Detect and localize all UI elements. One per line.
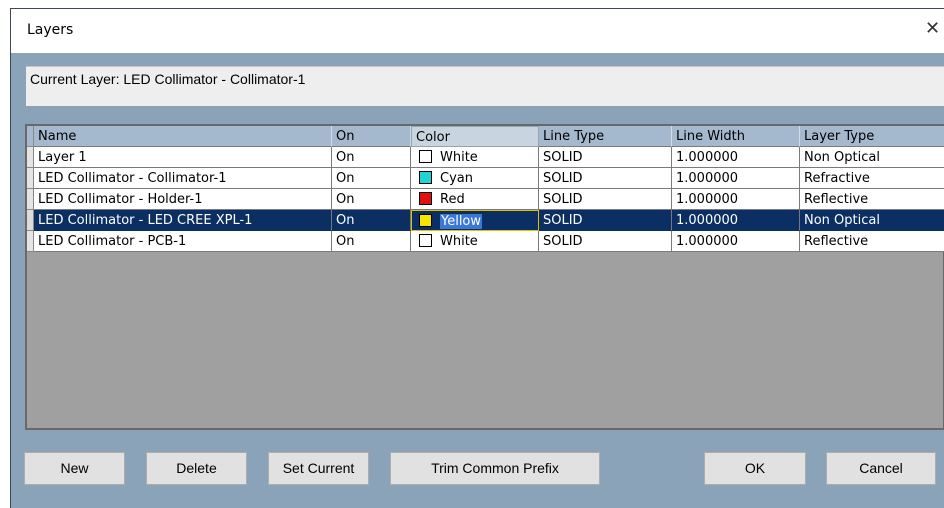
on-cell[interactable]: On bbox=[332, 147, 411, 168]
line-type-cell[interactable]: SOLID bbox=[539, 147, 672, 168]
column-header-name[interactable]: Name bbox=[34, 126, 332, 147]
column-header-on[interactable]: On bbox=[332, 126, 411, 147]
name-cell[interactable]: Layer 1 bbox=[34, 147, 332, 168]
on-cell[interactable]: On bbox=[332, 168, 411, 189]
color-cell[interactable]: White bbox=[411, 231, 539, 252]
line-width-cell[interactable]: 1.000000 bbox=[672, 210, 800, 231]
layer-type-cell[interactable]: Refractive bbox=[800, 168, 944, 189]
header-indicator bbox=[27, 126, 34, 147]
row-indicator[interactable] bbox=[27, 147, 34, 168]
column-header-layer-type[interactable]: Layer Type bbox=[800, 126, 944, 147]
layer-type-cell[interactable]: Reflective bbox=[800, 231, 944, 252]
color-swatch-icon bbox=[419, 214, 432, 227]
layer-type-cell[interactable]: Non Optical bbox=[800, 210, 944, 231]
column-header-line-width[interactable]: Line Width bbox=[672, 126, 800, 147]
trim-common-prefix-button[interactable]: Trim Common Prefix bbox=[390, 452, 600, 485]
color-name: Cyan bbox=[440, 171, 473, 186]
layers-grid[interactable]: Name On Color Line Type Line Width Layer Type… bbox=[25, 124, 944, 430]
color-name: Red bbox=[440, 192, 465, 207]
line-width-cell[interactable]: 1.000000 bbox=[672, 189, 800, 210]
layers-dialog: Layers ✕ Current Layer: LED Collimator -… bbox=[10, 8, 944, 508]
color-cell[interactable]: Red bbox=[411, 189, 539, 210]
color-name: White bbox=[440, 150, 478, 165]
line-type-cell[interactable]: SOLID bbox=[539, 231, 672, 252]
line-width-cell[interactable]: 1.000000 bbox=[672, 168, 800, 189]
on-cell[interactable]: On bbox=[332, 210, 411, 231]
current-layer-panel: Current Layer: LED Collimator - Collimat… bbox=[26, 66, 944, 106]
delete-button[interactable]: Delete bbox=[146, 452, 247, 485]
row-indicator[interactable] bbox=[27, 189, 34, 210]
color-swatch-icon bbox=[419, 171, 432, 184]
color-swatch-icon bbox=[419, 234, 432, 247]
name-cell[interactable]: LED Collimator - LED CREE XPL-1 bbox=[34, 210, 332, 231]
current-layer-label: Current Layer: LED Collimator - Collimat… bbox=[30, 71, 306, 87]
column-header-line-type[interactable]: Line Type bbox=[539, 126, 672, 147]
close-icon[interactable]: ✕ bbox=[925, 18, 940, 39]
layer-type-cell[interactable]: Non Optical bbox=[800, 147, 944, 168]
on-cell[interactable]: On bbox=[332, 189, 411, 210]
ok-button[interactable]: OK bbox=[704, 452, 806, 485]
color-swatch-icon bbox=[419, 192, 432, 205]
row-indicator[interactable] bbox=[27, 231, 34, 252]
name-cell[interactable]: LED Collimator - PCB-1 bbox=[34, 231, 332, 252]
row-indicator[interactable] bbox=[27, 168, 34, 189]
line-type-cell[interactable]: SOLID bbox=[539, 168, 672, 189]
set-current-button[interactable]: Set Current bbox=[268, 452, 369, 485]
line-type-cell[interactable]: SOLID bbox=[539, 189, 672, 210]
color-cell[interactable]: Yellow bbox=[411, 210, 539, 231]
line-type-cell[interactable]: SOLID bbox=[539, 210, 672, 231]
color-cell[interactable]: White bbox=[411, 147, 539, 168]
title-bar: Layers ✕ bbox=[11, 9, 944, 53]
color-cell[interactable]: Cyan bbox=[411, 168, 539, 189]
new-button[interactable]: New bbox=[24, 452, 125, 485]
column-header-color[interactable]: Color bbox=[411, 126, 539, 147]
on-cell[interactable]: On bbox=[332, 231, 411, 252]
layer-type-cell[interactable]: Reflective bbox=[800, 189, 944, 210]
name-cell[interactable]: LED Collimator - Collimator-1 bbox=[34, 168, 332, 189]
color-name: Yellow bbox=[440, 214, 483, 229]
color-name: White bbox=[440, 234, 478, 249]
row-indicator[interactable] bbox=[27, 210, 34, 231]
name-cell[interactable]: LED Collimator - Holder-1 bbox=[34, 189, 332, 210]
dialog-title: Layers bbox=[27, 22, 74, 38]
color-swatch-icon bbox=[419, 150, 432, 163]
line-width-cell[interactable]: 1.000000 bbox=[672, 231, 800, 252]
cancel-button[interactable]: Cancel bbox=[826, 452, 936, 485]
line-width-cell[interactable]: 1.000000 bbox=[672, 147, 800, 168]
